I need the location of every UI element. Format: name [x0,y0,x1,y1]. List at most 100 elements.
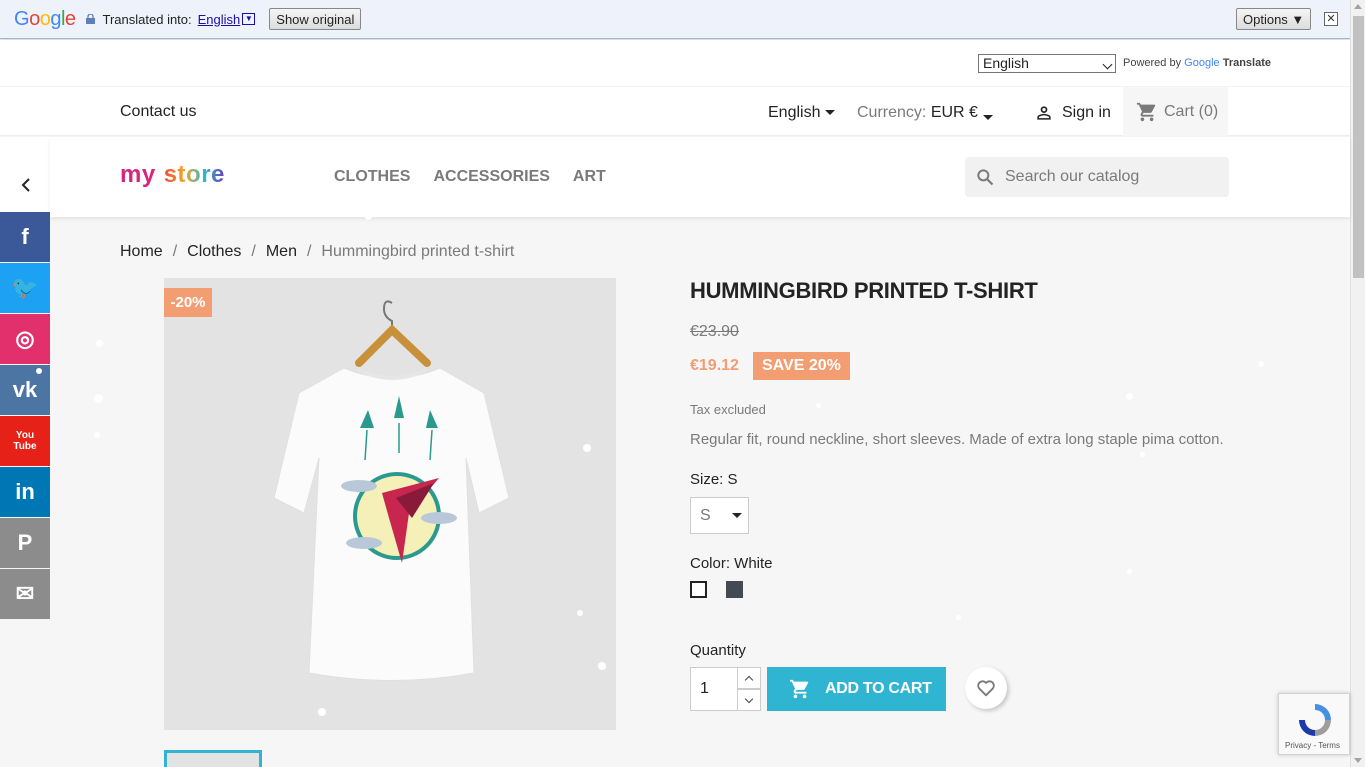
translate-label: Translate [1222,57,1272,69]
options-button[interactable]: Options ▼ [1236,8,1312,30]
scroll-thumb[interactable] [1353,16,1364,278]
chevron-up-icon [744,675,754,684]
product-title: HUMMINGBIRD PRINTED T-SHIRT [690,278,1038,303]
menu-item-accessories[interactable]: ACCESSORIES [433,168,549,186]
discount-badge: -20% [164,288,212,317]
wishlist-button[interactable] [965,667,1007,709]
powered-by-label: Powered by [1123,57,1182,69]
header-nav: Contact us English Currency: EUR € Sign … [0,86,1350,136]
search-box[interactable]: Search our catalog [965,157,1229,197]
snowflake [1140,452,1145,457]
search-icon[interactable] [975,167,995,187]
contact-us-link[interactable]: Contact us [120,103,196,121]
currency-value: EUR € [930,104,978,121]
size-select-value: S [700,506,711,524]
back-button[interactable] [0,137,50,212]
product-description: Regular fit, round neckline, short sleev… [690,431,1224,448]
color-swatch-black[interactable] [726,581,743,598]
add-to-cart-label: ADD TO CART [825,680,932,697]
pinterest-glyph: P [17,530,33,555]
scrollbar[interactable] [1350,0,1365,767]
chevron-down-icon [744,694,754,703]
google-logo-letter: g [50,7,61,30]
language-selector-label: English [768,104,821,121]
save-badge: SAVE 20% [753,352,850,380]
close-icon[interactable]: ✕ [1324,12,1338,26]
language-select[interactable]: English [978,54,1116,73]
linkedin-glyph: in [15,479,35,504]
store-logo[interactable]: my store [120,161,225,189]
vk-glyph: vk [12,377,38,402]
sign-in-link[interactable]: Sign in [1034,103,1111,123]
snowflake [96,340,103,347]
product-image[interactable] [164,278,616,730]
recaptcha-badge[interactable]: Privacy - Terms [1278,693,1350,755]
cart-icon [789,679,809,699]
email-share-icon[interactable]: ✉ [0,569,50,619]
breadcrumb-separator: / [306,243,312,260]
google-logo: Google [14,8,76,31]
breadcrumb-home[interactable]: Home [120,243,163,261]
menu-item-art[interactable]: ART [573,168,606,186]
translated-into-label: Translated into: [102,11,192,27]
twitter-glyph: 🐦 [11,275,39,300]
color-label: Color: White [690,555,773,572]
logo-store: store [163,161,225,188]
language-dropdown-icon[interactable]: ▼ [242,13,256,25]
add-to-cart-button[interactable]: ADD TO CART [767,667,946,711]
breadcrumb-clothes[interactable]: Clothes [187,243,241,261]
size-select[interactable]: S [690,497,749,534]
snowflake [94,432,100,438]
snowflake [365,213,372,220]
social-sidebar: f 🐦 ◎ vk You Tube in P ✉ [0,212,50,620]
size-label: Size: S [690,471,738,488]
quantity-increment[interactable] [737,667,761,689]
quantity-input[interactable]: 1 [690,667,738,711]
snowflake [577,610,583,616]
instagram-glyph: ◎ [15,326,35,351]
pinterest-share-icon[interactable]: P [0,518,50,568]
search-input[interactable]: Search our catalog [1005,168,1139,186]
breadcrumb-separator: / [251,243,256,260]
breadcrumb: Home / Clothes / Men / Hummingbird print… [120,243,514,261]
google-logo-letter: o [39,7,51,30]
snowflake [583,444,591,452]
logo-my: my [120,161,156,188]
youtube-share-icon[interactable]: You Tube [0,416,50,466]
cart-button[interactable]: Cart (0) [1123,87,1228,136]
current-price: €19.12 [690,357,739,374]
recaptcha-icon [1299,704,1331,736]
tax-label: Tax excluded [690,402,766,417]
color-swatch-white[interactable] [690,581,707,598]
scroll-up-icon[interactable] [1354,4,1362,9]
caret-down-icon [982,115,993,121]
translate-widget-row: English Powered by Google Translate [0,40,1350,86]
breadcrumb-men[interactable]: Men [266,243,297,261]
google-logo-letter: G [14,7,30,30]
instagram-share-icon[interactable]: ◎ [0,314,50,364]
breadcrumb-current: Hummingbird printed t-shirt [321,243,515,260]
product-thumbnail[interactable] [164,750,262,767]
lock-icon [85,14,95,24]
translated-language-link[interactable]: English [198,12,241,27]
scroll-down-icon[interactable] [1354,758,1362,763]
currency-selector[interactable]: Currency: EUR € [857,104,993,122]
language-selector[interactable]: English [768,104,836,122]
quantity-decrement[interactable] [737,689,761,711]
sign-in-label: Sign in [1062,104,1111,121]
vk-share-icon[interactable]: vk [0,365,50,415]
facebook-share-icon[interactable]: f [0,212,50,262]
menu-item-clothes[interactable]: CLOTHES [334,168,410,186]
caret-down-icon [731,513,742,518]
snowflake [94,394,103,403]
breadcrumb-separator: / [172,243,178,260]
email-glyph: ✉ [15,581,35,606]
user-icon [1037,106,1051,120]
snowflake [1126,393,1133,400]
show-original-button[interactable]: Show original [269,8,362,30]
recaptcha-links[interactable]: Privacy - Terms [1285,741,1340,750]
twitter-share-icon[interactable]: 🐦 [0,263,50,313]
linkedin-share-icon[interactable]: in [0,467,50,517]
caret-down-icon [825,110,836,116]
snowflake [1258,361,1264,367]
